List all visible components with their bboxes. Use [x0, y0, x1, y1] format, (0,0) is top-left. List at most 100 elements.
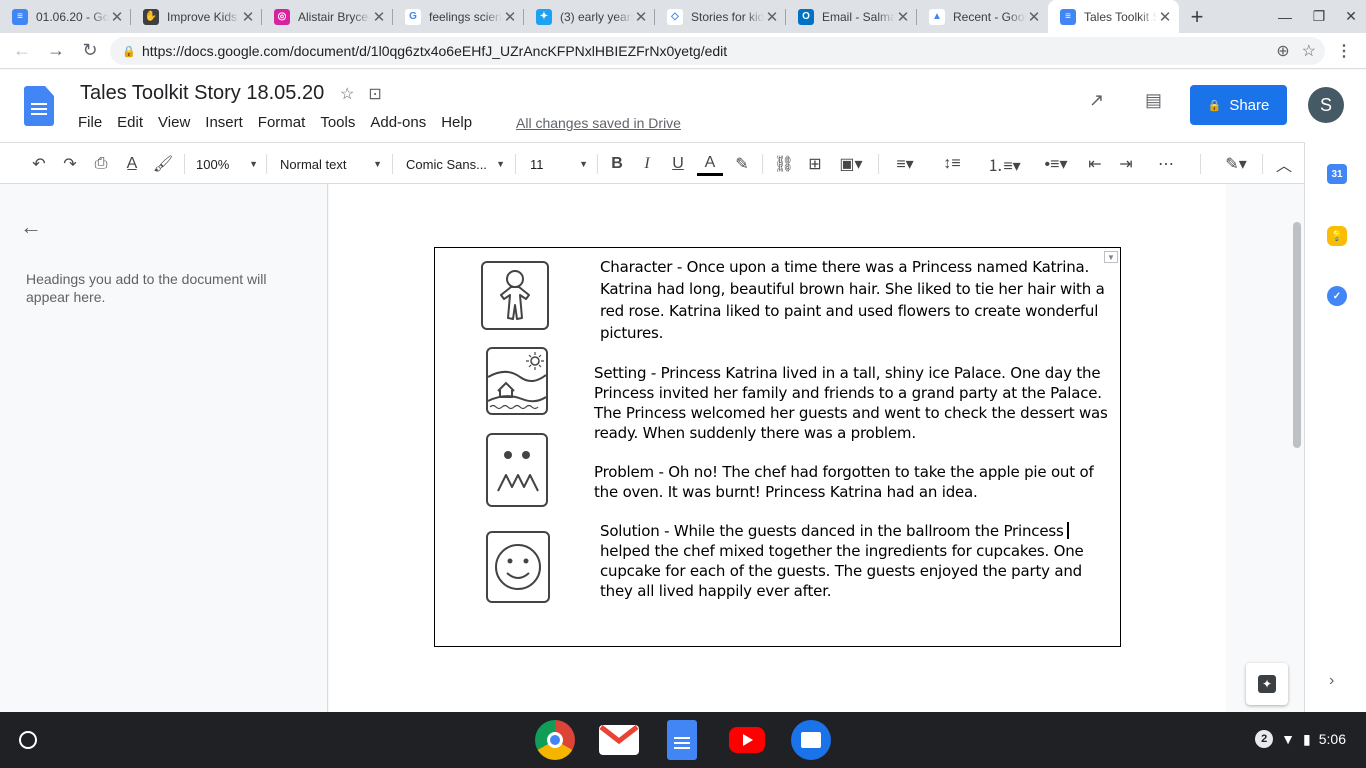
- browser-tab[interactable]: ◇ Stories for kids ✕: [655, 0, 786, 33]
- decrease-indent-icon[interactable]: ⇤: [1084, 152, 1106, 176]
- browser-tab[interactable]: ≡ Tales Toolkit Story✕: [1048, 0, 1179, 33]
- docs-logo-icon[interactable]: [24, 86, 54, 126]
- share-button[interactable]: 🔒 Share: [1190, 85, 1287, 125]
- redo-icon[interactable]: ↷: [59, 152, 81, 176]
- caret-down-icon: ▼: [496, 159, 505, 169]
- text-color-icon[interactable]: A: [697, 152, 723, 176]
- tasks-icon[interactable]: ✓: [1327, 286, 1347, 306]
- scrollbar-thumb[interactable]: [1293, 222, 1301, 448]
- tab-close-icon[interactable]: ✕: [502, 8, 518, 26]
- explore-button[interactable]: ✦: [1246, 663, 1288, 705]
- tab-close-icon[interactable]: ✕: [1157, 8, 1173, 26]
- lock-icon: 🔒: [1207, 99, 1222, 112]
- divider: [1262, 154, 1263, 174]
- increase-indent-icon[interactable]: ⇥: [1115, 152, 1137, 176]
- new-tab-button[interactable]: +: [1179, 0, 1215, 33]
- docs-app-icon[interactable]: [667, 720, 697, 760]
- character-paragraph[interactable]: Character - Once upon a time there was a…: [600, 256, 1116, 344]
- line-spacing-icon[interactable]: ↕≡: [940, 152, 964, 176]
- battery-icon: ▮: [1303, 730, 1311, 747]
- tab-close-icon[interactable]: ✕: [1026, 8, 1042, 26]
- launcher-icon[interactable]: [19, 731, 37, 749]
- expand-panel-icon[interactable]: ›: [1329, 672, 1334, 690]
- close-outline-arrow-icon[interactable]: ←: [20, 214, 42, 240]
- comments-icon[interactable]: ▤: [1145, 90, 1162, 111]
- menu-item-view[interactable]: View: [158, 114, 190, 131]
- bulleted-list-icon[interactable]: •≡▾: [1036, 152, 1076, 176]
- spellcheck-icon[interactable]: A̲: [121, 152, 143, 176]
- bold-icon[interactable]: B: [606, 152, 628, 176]
- style-dropdown[interactable]: Normal text ▼: [280, 152, 382, 176]
- menu-bar: File Edit View Insert Format Tools Add-ons Help: [78, 114, 487, 131]
- activity-trend-icon[interactable]: ↗: [1089, 90, 1104, 111]
- insert-image-icon[interactable]: ▣▾: [834, 152, 868, 176]
- add-comment-icon[interactable]: ⊞: [804, 152, 826, 176]
- gmail-icon[interactable]: [599, 725, 639, 755]
- youtube-icon[interactable]: [729, 727, 765, 753]
- star-icon[interactable]: ☆: [340, 84, 354, 104]
- hide-menus-icon[interactable]: ︿: [1272, 152, 1296, 176]
- browser-tab[interactable]: ▲ Recent - Google Drive✕: [917, 0, 1048, 33]
- solution-rest: helped the chef mixed together the ingre…: [600, 542, 1084, 600]
- tab-list: ≡01.06.20 - Google Docs✕✋Improve Kids Wr…: [0, 0, 1179, 33]
- more-options-icon[interactable]: ⋯: [1154, 152, 1178, 176]
- avatar[interactable]: S: [1308, 87, 1344, 123]
- browser-tab[interactable]: O Email - Salman✕: [786, 0, 917, 33]
- minimize-icon[interactable]: —: [1268, 0, 1302, 33]
- highlight-icon[interactable]: ✎: [731, 152, 753, 176]
- browser-tab[interactable]: ✋ Improve Kids Writing✕: [131, 0, 262, 33]
- tab-close-icon[interactable]: ✕: [240, 8, 256, 26]
- italic-icon[interactable]: I: [636, 152, 658, 176]
- editing-mode-icon[interactable]: ✎▾: [1216, 152, 1256, 176]
- browser-tab[interactable]: ≡ 01.06.20 - Google Docs✕: [0, 0, 131, 33]
- print-icon[interactable]: ⎙: [90, 152, 112, 176]
- zoom-icon[interactable]: ⊕: [1276, 41, 1289, 61]
- reload-icon[interactable]: ↻: [74, 35, 106, 67]
- font-dropdown[interactable]: Comic Sans... ▼: [406, 152, 505, 176]
- problem-paragraph[interactable]: Problem - Oh no! The chef had forgotten …: [594, 462, 1116, 502]
- font-size-dropdown[interactable]: 11 ▼: [530, 152, 588, 176]
- browser-tab[interactable]: Gfeelings science✕: [393, 0, 524, 33]
- menu-item-insert[interactable]: Insert: [205, 114, 243, 131]
- keep-icon[interactable]: 💡: [1327, 226, 1347, 246]
- calendar-icon[interactable]: 31: [1327, 164, 1347, 184]
- undo-icon[interactable]: ↶: [28, 152, 50, 176]
- paint-format-icon[interactable]: 🖌: [152, 152, 174, 176]
- menu-item-format[interactable]: Format: [258, 114, 306, 131]
- menu-item-tools[interactable]: Tools: [320, 114, 355, 131]
- menu-item-edit[interactable]: Edit: [117, 114, 143, 131]
- status-area[interactable]: 2 ▼ ▮ 5:06: [1255, 730, 1346, 748]
- align-icon[interactable]: ≡▾: [888, 152, 922, 176]
- menu-item-add-ons[interactable]: Add-ons: [370, 114, 426, 131]
- move-folder-icon[interactable]: ⊡: [368, 84, 381, 104]
- browser-menu-icon[interactable]: ⋮: [1336, 41, 1352, 61]
- underline-icon[interactable]: U: [667, 152, 689, 176]
- browser-tab[interactable]: ✦ (3) early years ✕: [524, 0, 655, 33]
- files-icon[interactable]: [791, 720, 831, 760]
- tab-favicon-icon: ≡: [12, 8, 28, 25]
- restore-icon[interactable]: ❐: [1302, 0, 1336, 33]
- tab-close-icon[interactable]: ✕: [764, 8, 780, 26]
- save-status[interactable]: All changes saved in Drive: [516, 115, 681, 131]
- tab-close-icon[interactable]: ✕: [109, 8, 125, 26]
- chrome-icon[interactable]: [535, 720, 575, 760]
- tab-close-icon[interactable]: ✕: [895, 8, 911, 26]
- close-window-icon[interactable]: ✕: [1334, 0, 1366, 33]
- forward-icon[interactable]: →: [40, 35, 72, 67]
- menu-item-file[interactable]: File: [78, 114, 102, 131]
- browser-tab[interactable]: ◎ Alistair Bryce-Clegg✕: [262, 0, 393, 33]
- document-title[interactable]: Tales Toolkit Story 18.05.20: [80, 82, 324, 105]
- tab-title: Tales Toolkit Story: [1084, 9, 1157, 24]
- tab-favicon-icon: ✦: [536, 8, 552, 25]
- link-icon[interactable]: ⛓: [773, 152, 795, 176]
- back-icon[interactable]: ←: [6, 35, 38, 67]
- numbered-list-icon[interactable]: ⒈≡▾: [984, 152, 1024, 176]
- solution-paragraph[interactable]: Solution - While the guests danced in th…: [600, 521, 1116, 601]
- tab-close-icon[interactable]: ✕: [633, 8, 649, 26]
- zoom-dropdown[interactable]: 100% ▼: [196, 152, 258, 176]
- bookmark-star-icon[interactable]: ☆: [1302, 41, 1316, 61]
- url-input[interactable]: 🔒 https://docs.google.com/document/d/1l0…: [110, 37, 1325, 65]
- tab-close-icon[interactable]: ✕: [371, 8, 387, 26]
- menu-item-help[interactable]: Help: [441, 114, 472, 131]
- setting-paragraph[interactable]: Setting - Princess Katrina lived in a ta…: [594, 363, 1116, 443]
